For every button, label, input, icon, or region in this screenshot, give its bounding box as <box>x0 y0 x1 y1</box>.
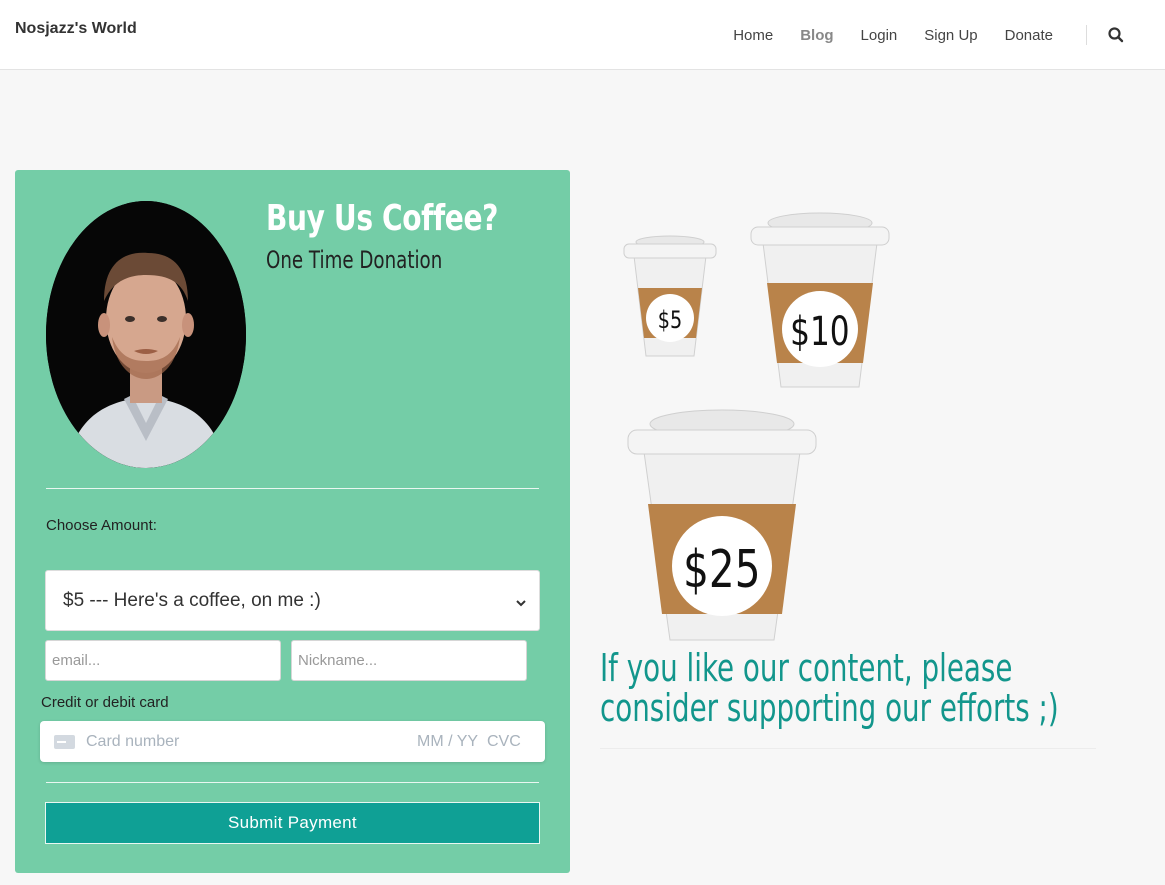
nav-blog[interactable]: Blog <box>800 27 833 44</box>
site-brand[interactable]: Nosjazz's World <box>15 20 137 38</box>
card-number-placeholder: Card number <box>86 733 180 750</box>
divider-line <box>46 488 539 489</box>
cup-10-label: $10 <box>790 309 850 355</box>
nickname-field[interactable]: Nickname... <box>291 640 527 681</box>
nav-home[interactable]: Home <box>733 27 773 44</box>
cvc-placeholder: CVC <box>487 733 521 750</box>
support-pitch-line-2: consider supporting our efforts ;) <box>600 686 1059 730</box>
cup-25-label: $25 <box>683 539 760 599</box>
search-icon[interactable] <box>1107 26 1125 44</box>
email-placeholder: email... <box>52 652 101 669</box>
nav-sign-up[interactable]: Sign Up <box>924 27 977 44</box>
nav-divider <box>1086 25 1087 45</box>
credit-card-icon <box>54 735 75 749</box>
card-subtitle: One Time Donation <box>266 246 443 274</box>
profile-photo <box>46 201 246 468</box>
divider-line <box>46 782 539 783</box>
email-field[interactable]: email... <box>45 640 281 681</box>
nav-login[interactable]: Login <box>861 27 898 44</box>
nav-donate[interactable]: Donate <box>1005 27 1053 44</box>
donation-card: Buy Us Coffee? One Time Donation Choose … <box>15 170 570 873</box>
chevron-down-icon <box>515 593 527 615</box>
amount-select[interactable]: $5 --- Here's a coffee, on me :) <box>45 570 540 631</box>
expiry-placeholder: MM / YY <box>417 733 479 750</box>
coffee-cup-25: $25 <box>622 400 822 650</box>
card-title: Buy Us Coffee? <box>266 198 499 239</box>
card-input[interactable]: Card number MM / YY CVC <box>40 721 545 762</box>
support-pitch-line-1: If you like our content, please <box>600 646 1013 690</box>
amount-selected-value: $5 --- Here's a coffee, on me :) <box>63 589 321 611</box>
cup-5-label: $5 <box>658 307 682 335</box>
top-navbar: Nosjazz's World Home Blog Login Sign Up … <box>0 0 1165 70</box>
nickname-placeholder: Nickname... <box>298 652 378 669</box>
main-nav: Home Blog Login Sign Up Donate <box>733 0 1165 70</box>
choose-amount-label: Choose Amount: <box>46 517 157 534</box>
card-label: Credit or debit card <box>41 694 169 711</box>
coffee-cup-5: $5 <box>620 230 720 362</box>
coffee-cup-10: $10 <box>745 205 895 395</box>
submit-payment-button[interactable]: Submit Payment <box>45 802 540 844</box>
divider-line <box>600 748 1096 749</box>
support-pitch: If you like our content, please consider… <box>600 648 1059 728</box>
